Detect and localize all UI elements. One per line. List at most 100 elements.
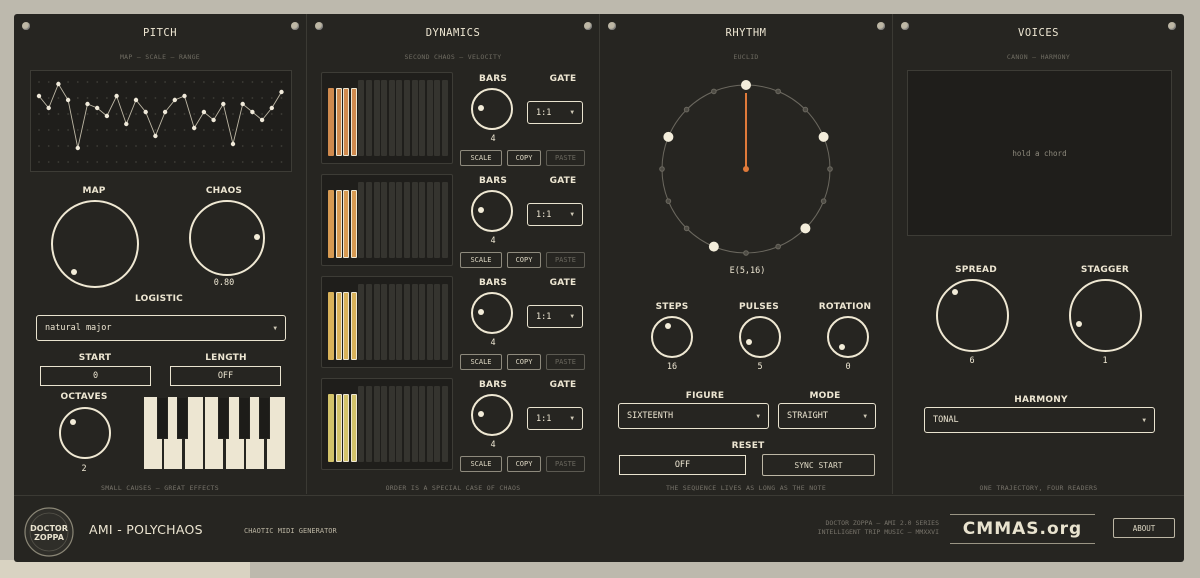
black-key[interactable] [239, 397, 250, 439]
chaos-knob[interactable] [189, 200, 265, 276]
velocity-bar[interactable] [411, 182, 418, 258]
velocity-bar[interactable] [381, 80, 388, 156]
copy-button[interactable]: COPY [507, 456, 541, 472]
velocity-bar[interactable] [358, 284, 365, 360]
reset-toggle[interactable]: OFF [619, 455, 746, 475]
velocity-sequencer[interactable] [321, 276, 453, 368]
velocity-bar[interactable] [343, 190, 350, 258]
velocity-bar[interactable] [388, 182, 395, 258]
velocity-bar[interactable] [404, 284, 410, 360]
harmony-dropdown[interactable]: TONAL ▼ [924, 407, 1155, 433]
scale-button[interactable]: SCALE [460, 456, 502, 472]
velocity-bar[interactable] [419, 80, 426, 156]
velocity-bar[interactable] [335, 190, 342, 258]
velocity-bar[interactable] [419, 182, 426, 258]
velocity-bar[interactable] [381, 284, 388, 360]
scale-button[interactable]: SCALE [460, 252, 502, 268]
velocity-bar[interactable] [335, 292, 342, 360]
velocity-bar[interactable] [426, 386, 433, 462]
velocity-bar[interactable] [381, 182, 388, 258]
velocity-bar[interactable] [434, 386, 441, 462]
velocity-bar[interactable] [350, 88, 357, 156]
scale-button[interactable]: SCALE [460, 150, 502, 166]
map-knob[interactable] [51, 200, 139, 288]
scale-dropdown[interactable]: natural major ▼ [36, 315, 286, 341]
black-key[interactable] [157, 397, 168, 439]
velocity-bar[interactable] [366, 386, 372, 462]
velocity-bar[interactable] [350, 292, 357, 360]
gate-dropdown[interactable]: 1:1 ▼ [527, 203, 583, 226]
velocity-bar[interactable] [404, 386, 410, 462]
velocity-bar[interactable] [343, 88, 350, 156]
black-key[interactable] [218, 397, 229, 439]
velocity-bar[interactable] [411, 386, 418, 462]
scale-button[interactable]: SCALE [460, 354, 502, 370]
velocity-bar[interactable] [419, 284, 426, 360]
velocity-sequencer[interactable] [321, 378, 453, 470]
pulses-knob[interactable] [739, 316, 781, 358]
velocity-bar[interactable] [381, 386, 388, 462]
velocity-bar[interactable] [328, 292, 334, 360]
velocity-bar[interactable] [396, 284, 403, 360]
steps-knob[interactable] [651, 316, 693, 358]
velocity-bar[interactable] [442, 80, 448, 156]
copy-button[interactable]: COPY [507, 354, 541, 370]
velocity-bar[interactable] [411, 80, 418, 156]
gate-dropdown[interactable]: 1:1 ▼ [527, 101, 583, 124]
paste-button[interactable]: PASTE [546, 150, 585, 166]
bars-knob[interactable] [471, 292, 513, 334]
velocity-bar[interactable] [442, 386, 448, 462]
velocity-bar[interactable] [426, 80, 433, 156]
spread-knob[interactable] [936, 279, 1009, 352]
start-field[interactable]: 0 [40, 366, 151, 386]
bars-knob[interactable] [471, 88, 513, 130]
velocity-sequencer[interactable] [321, 72, 453, 164]
velocity-bar[interactable] [411, 284, 418, 360]
velocity-bar[interactable] [366, 80, 372, 156]
velocity-bar[interactable] [350, 394, 357, 462]
sync-start-button[interactable]: SYNC START [762, 454, 875, 476]
velocity-sequencer[interactable] [321, 174, 453, 266]
velocity-bar[interactable] [366, 182, 372, 258]
octaves-knob[interactable] [59, 407, 111, 459]
figure-dropdown[interactable]: SIXTEENTH ▼ [618, 403, 769, 429]
velocity-bar[interactable] [343, 394, 350, 462]
velocity-bar[interactable] [388, 386, 395, 462]
velocity-bar[interactable] [388, 284, 395, 360]
black-key[interactable] [259, 397, 270, 439]
velocity-bar[interactable] [343, 292, 350, 360]
gate-dropdown[interactable]: 1:1 ▼ [527, 305, 583, 328]
velocity-bar[interactable] [335, 88, 342, 156]
velocity-bar[interactable] [350, 190, 357, 258]
velocity-bar[interactable] [358, 386, 365, 462]
gate-dropdown[interactable]: 1:1 ▼ [527, 407, 583, 430]
velocity-bar[interactable] [442, 284, 448, 360]
velocity-bar[interactable] [396, 386, 403, 462]
velocity-bar[interactable] [358, 80, 365, 156]
paste-button[interactable]: PASTE [546, 252, 585, 268]
velocity-bar[interactable] [358, 182, 365, 258]
mode-dropdown[interactable]: STRAIGHT ▼ [778, 403, 876, 429]
velocity-bar[interactable] [426, 284, 433, 360]
velocity-bar[interactable] [396, 80, 403, 156]
velocity-bar[interactable] [373, 182, 380, 258]
about-button[interactable]: ABOUT [1113, 518, 1175, 538]
velocity-bar[interactable] [396, 182, 403, 258]
length-field[interactable]: OFF [170, 366, 281, 386]
velocity-bar[interactable] [388, 80, 395, 156]
velocity-bar[interactable] [426, 182, 433, 258]
piano-keyboard[interactable] [144, 397, 287, 469]
velocity-bar[interactable] [434, 80, 441, 156]
copy-button[interactable]: COPY [507, 252, 541, 268]
velocity-bar[interactable] [373, 386, 380, 462]
velocity-bar[interactable] [373, 80, 380, 156]
velocity-bar[interactable] [328, 394, 334, 462]
velocity-bar[interactable] [328, 88, 334, 156]
velocity-bar[interactable] [442, 182, 448, 258]
stagger-knob[interactable] [1069, 279, 1142, 352]
copy-button[interactable]: COPY [507, 150, 541, 166]
velocity-bar[interactable] [373, 284, 380, 360]
velocity-bar[interactable] [419, 386, 426, 462]
velocity-bar[interactable] [328, 190, 334, 258]
velocity-bar[interactable] [434, 182, 441, 258]
